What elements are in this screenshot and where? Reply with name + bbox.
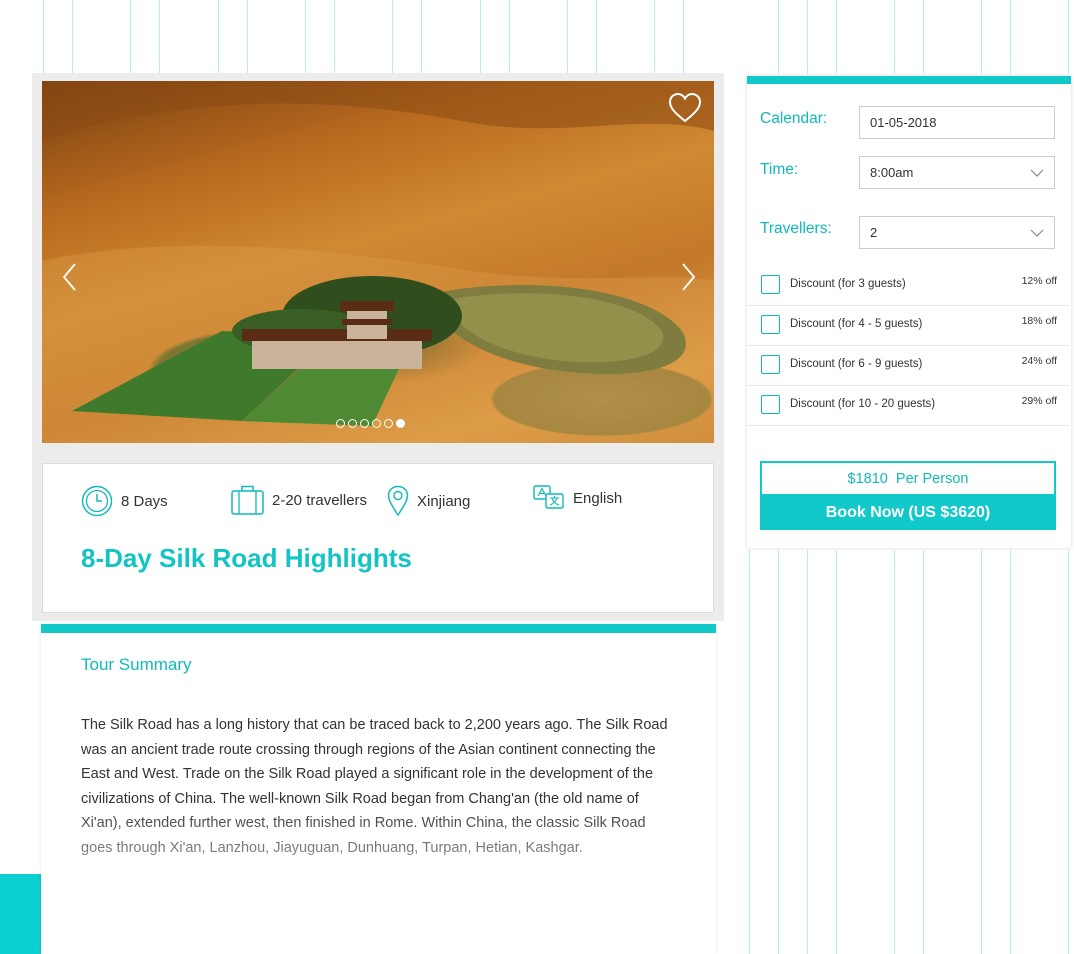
guide-line xyxy=(1010,550,1011,954)
time-label: Time: xyxy=(760,161,799,178)
calendar-label: Calendar: xyxy=(760,110,828,127)
guide-line xyxy=(778,550,779,954)
calendar-value: 01-05-2018 xyxy=(870,115,937,130)
guide-line xyxy=(836,0,837,74)
discount-percent: 24% off xyxy=(1021,355,1057,367)
feature-group-size: 2-20 travellers xyxy=(231,485,367,515)
discount-percent: 12% off xyxy=(1021,275,1057,287)
tour-summary-heading: Tour Summary xyxy=(81,655,192,674)
discount-row: Discount (for 10 - 20 guests) 29% off xyxy=(747,386,1069,426)
time-select[interactable]: 8:00am xyxy=(859,156,1055,189)
tour-summary-card: Tour Summary The Silk Road has a long hi… xyxy=(41,624,716,954)
discount-row: Discount (for 3 guests) 12% off xyxy=(747,266,1069,306)
discount-checkbox[interactable] xyxy=(761,315,780,334)
discount-label: Discount (for 6 - 9 guests) xyxy=(790,358,923,370)
travellers-label: Travellers: xyxy=(760,220,832,237)
guide-line xyxy=(923,550,924,954)
travellers-value: 2 xyxy=(870,225,878,240)
book-now-label: Book Now (US $3620) xyxy=(825,504,991,521)
guide-line xyxy=(247,0,248,74)
heart-icon[interactable] xyxy=(668,92,702,124)
carousel-dot[interactable] xyxy=(360,419,369,428)
price-per-person[interactable]: $1810 Per Person xyxy=(760,461,1056,496)
discount-checkbox[interactable] xyxy=(761,355,780,374)
guide-line xyxy=(421,0,422,74)
hero-image xyxy=(42,81,714,443)
guide-line xyxy=(567,0,568,74)
guide-line xyxy=(836,550,837,954)
carousel-dot[interactable] xyxy=(348,419,357,428)
discount-percent: 29% off xyxy=(1021,395,1057,407)
guide-line xyxy=(981,550,982,954)
carousel-dots xyxy=(336,419,405,428)
guide-line xyxy=(72,0,73,74)
guide-line xyxy=(596,0,597,74)
guide-line xyxy=(683,0,684,74)
guide-line xyxy=(334,0,335,74)
feature-label: 8 Days xyxy=(121,492,168,510)
carousel-dot[interactable] xyxy=(336,419,345,428)
guide-line xyxy=(654,0,655,74)
chevron-down-icon xyxy=(1030,169,1044,177)
feature-duration: 8 Days xyxy=(81,485,168,517)
guide-line xyxy=(130,0,131,74)
time-value: 8:00am xyxy=(870,165,914,180)
book-now-button[interactable]: Book Now (US $3620) xyxy=(760,496,1056,530)
discount-label: Discount (for 4 - 5 guests) xyxy=(790,318,923,330)
calendar-input[interactable]: 01-05-2018 xyxy=(859,106,1055,139)
desert-scene-illustration xyxy=(42,81,714,443)
discount-label: Discount (for 10 - 20 guests) xyxy=(790,398,936,410)
price-text: $1810 Per Person xyxy=(847,470,969,487)
guide-line xyxy=(923,0,924,74)
guide-line xyxy=(218,0,219,74)
guide-line xyxy=(894,0,895,74)
map-pin-icon xyxy=(387,485,409,517)
guide-line xyxy=(807,550,808,954)
feature-language: English xyxy=(533,485,622,511)
feature-label: Xinjiang xyxy=(417,492,471,510)
temple-illustration xyxy=(242,301,442,381)
carousel-dot[interactable] xyxy=(384,419,393,428)
chevron-down-icon xyxy=(1030,229,1044,237)
discount-checkbox[interactable] xyxy=(761,275,780,294)
chevron-left-icon[interactable] xyxy=(60,262,80,292)
discount-checkbox[interactable] xyxy=(761,395,780,414)
feature-label: 2-20 travellers xyxy=(272,491,368,509)
guide-line xyxy=(981,0,982,74)
guide-line xyxy=(778,0,779,74)
discount-row: Discount (for 6 - 9 guests) 24% off xyxy=(747,346,1069,386)
guide-line xyxy=(894,550,895,954)
guide-line xyxy=(392,0,393,74)
guide-line xyxy=(159,0,160,74)
guide-line xyxy=(305,0,306,74)
guide-line xyxy=(1010,0,1011,74)
clock-icon xyxy=(81,485,113,517)
travellers-select[interactable]: 2 xyxy=(859,216,1055,249)
booking-panel: Calendar: 01-05-2018 Time: 8:00am Travel… xyxy=(747,76,1071,548)
feature-location: Xinjiang xyxy=(387,485,470,517)
guide-line xyxy=(480,0,481,74)
guide-line xyxy=(1068,0,1069,74)
guide-line xyxy=(1068,550,1069,954)
discount-row: Discount (for 4 - 5 guests) 18% off xyxy=(747,306,1069,346)
guide-line xyxy=(807,0,808,74)
feature-label: English xyxy=(573,489,623,507)
chevron-right-icon[interactable] xyxy=(678,262,698,292)
translate-icon xyxy=(533,485,564,509)
discount-percent: 18% off xyxy=(1021,315,1057,327)
guide-line xyxy=(749,550,750,954)
text-fade-overlay xyxy=(41,804,716,954)
guide-line xyxy=(43,0,44,74)
tour-title: 8-Day Silk Road Highlights xyxy=(81,543,412,573)
luggage-icon xyxy=(231,485,264,515)
carousel-dot-active[interactable] xyxy=(396,419,405,428)
guide-line xyxy=(509,0,510,74)
discount-label: Discount (for 3 guests) xyxy=(790,278,906,290)
carousel-dot[interactable] xyxy=(372,419,381,428)
